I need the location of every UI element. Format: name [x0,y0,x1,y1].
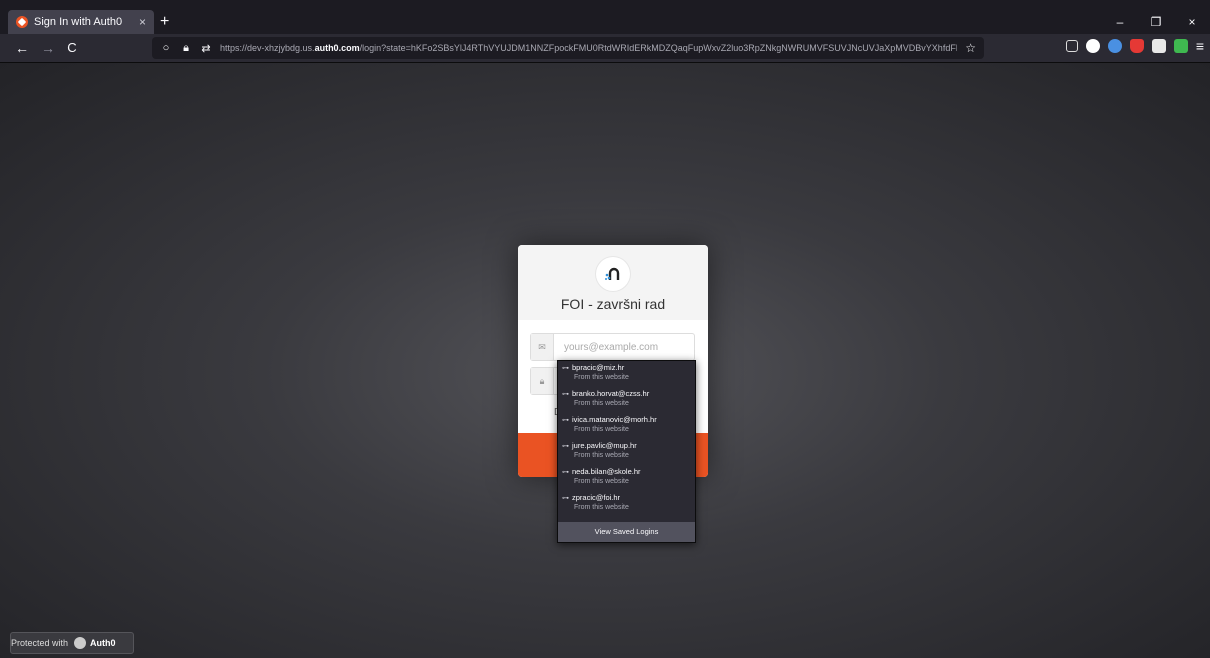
bookmark-star-icon[interactable]: ☆ [965,41,976,55]
tab-title: Sign In with Auth0 [34,16,123,28]
saved-login-item[interactable]: ⊶ ivica.matanovic@morh.hr From this websi… [558,413,695,439]
pocket-icon[interactable] [1065,40,1078,52]
key-icon: ⊶ [562,442,569,450]
restore-button[interactable]: ❐ [1138,10,1174,34]
login-header: FOI - završni rad [518,245,708,320]
extension-green-icon[interactable] [1173,39,1188,53]
saved-login-item[interactable]: ⊶ branko.horvat@czss.hr From this website [558,387,695,413]
ublock-icon[interactable] [1129,39,1144,53]
email-placeholder[interactable]: yours@example.com [554,342,658,353]
tab-sign-in[interactable]: Sign In with Auth0 × [8,10,154,34]
email-field[interactable]: ✉ yours@example.com [530,333,695,361]
key-icon: ⊶ [562,468,569,476]
extension-z-icon[interactable] [1085,39,1100,53]
saved-login-source: From this website [574,452,629,459]
tab-close-icon[interactable]: × [139,15,146,29]
view-saved-logins-button[interactable]: View Saved Logins [558,522,695,542]
toolbar-extensions: ≡ [1065,38,1204,54]
auth0-brand: Auth0 [90,638,116,648]
saved-login-username: jure.pavlic@mup.hr [572,441,637,450]
app-logo-icon [596,257,630,291]
reload-button[interactable]: C [62,38,82,58]
saved-login-username: ivica.matanovic@morh.hr [572,415,657,424]
extension-blue-icon[interactable] [1107,39,1122,53]
saved-login-source: From this website [574,504,629,511]
saved-login-username: branko.horvat@czss.hr [572,389,650,398]
url-text[interactable]: https://dev-xhzjybdg.us.auth0.com/login?… [220,43,957,53]
login-title: FOI - završni rad [560,296,666,312]
shield-icon[interactable]: ○ [160,42,172,54]
saved-login-source: From this website [574,400,629,407]
auth0-logo-icon [74,637,87,649]
saved-login-source: From this website [574,426,629,433]
lock-icon[interactable]: 🔒︎ [180,42,192,55]
close-window-button[interactable]: × [1174,10,1210,34]
auth0-favicon-icon [16,16,28,28]
saved-login-item[interactable]: ⊶ neda.bilan@skole.hr From this website [558,465,695,491]
nav-bar: ← → C ○ 🔒︎ ⇄ https://dev-xhzjybdg.us.aut… [0,34,1210,63]
protected-with-auth0-badge[interactable]: Protected with Auth0 [10,632,134,654]
saved-logins-popup: ⊶ bpracic@miz.hr From this website ⊶ brank… [557,360,696,543]
lock-icon: 🔒︎ [531,368,554,394]
tab-bar: Sign In with Auth0 × + – ❐ × [0,6,1210,34]
saved-login-item[interactable]: ⊶ jure.pavlic@mup.hr From this website [558,439,695,465]
protected-text: Protected with [11,638,69,648]
saved-login-source: From this website [574,478,629,485]
key-icon: ⊶ [562,364,569,372]
key-icon: ⊶ [562,416,569,424]
saved-login-item[interactable]: ⊶ zpracic@foi.hr From this website [558,491,695,517]
window-controls: – ❐ × [1102,10,1210,34]
permissions-icon[interactable]: ⇄ [200,42,212,55]
minimize-button[interactable]: – [1102,10,1138,34]
new-tab-button[interactable]: + [160,12,169,32]
back-button[interactable]: ← [12,38,32,58]
forward-button[interactable]: → [38,38,58,58]
saved-login-source: From this website [574,374,629,381]
document-icon[interactable] [1151,39,1166,53]
menu-icon[interactable]: ≡ [1196,38,1204,54]
url-bar[interactable]: ○ 🔒︎ ⇄ https://dev-xhzjybdg.us.auth0.com… [152,37,984,59]
saved-login-username: neda.bilan@skole.hr [572,467,641,476]
envelope-icon: ✉ [531,334,554,360]
key-icon: ⊶ [562,494,569,502]
saved-login-username: zpracic@foi.hr [572,493,621,502]
key-icon: ⊶ [562,390,569,398]
saved-login-username: bpracic@miz.hr [572,363,625,372]
saved-login-item[interactable]: ⊶ bpracic@miz.hr From this website [558,361,695,387]
